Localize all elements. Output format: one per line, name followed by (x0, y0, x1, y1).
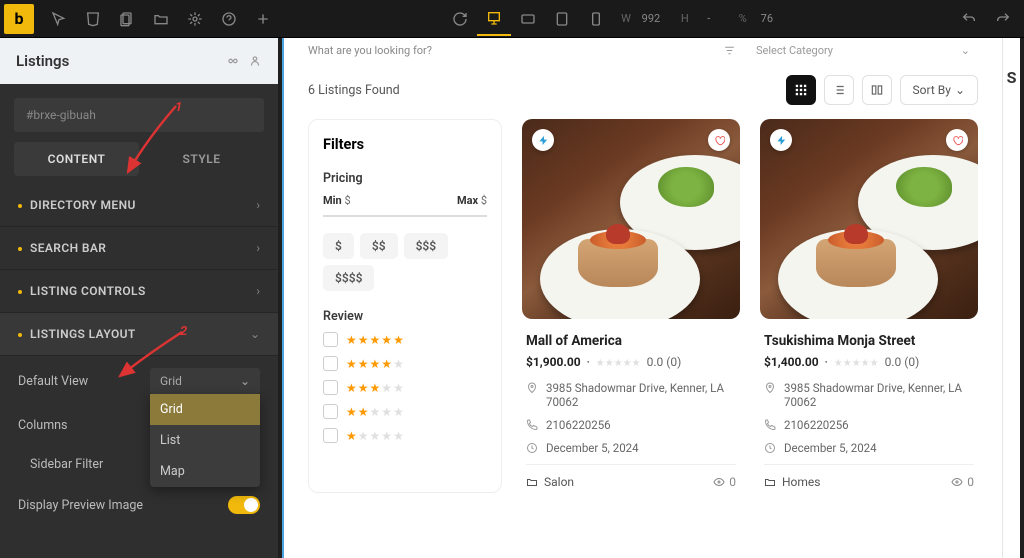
undo-icon[interactable] (952, 2, 986, 36)
price-slider[interactable] (323, 215, 487, 217)
responsive-icon[interactable] (477, 2, 511, 36)
dropdown-item-grid[interactable]: Grid (150, 394, 260, 425)
review-row-4[interactable]: ★★★★★ (323, 356, 487, 371)
dimension-zoom[interactable]: %76 (731, 12, 789, 25)
section-directory-menu[interactable]: DIRECTORY MENU› (0, 184, 278, 227)
control-default-view: Default View Grid⌄ Grid List Map (0, 356, 278, 406)
default-view-dropdown: Grid List Map (150, 394, 260, 487)
settings-icon[interactable] (178, 2, 212, 36)
panel-title: Listings (16, 52, 69, 70)
left-panel: Listings #brxe-gibuah CONTENT STYLE DIRE… (0, 38, 278, 558)
listing-card[interactable]: Mall of America $1,900.00·★★★★★0.0 (0) 3… (522, 119, 740, 493)
pages-icon[interactable] (110, 2, 144, 36)
control-display-preview: Display Preview Image (0, 484, 278, 526)
preview-canvas: What are you looking for? Select Categor… (282, 38, 1002, 558)
tab-content[interactable]: CONTENT (14, 142, 139, 176)
tablet-icon[interactable] (545, 2, 579, 36)
bolt-icon[interactable] (770, 129, 792, 151)
review-row-5[interactable]: ★★★★★ (323, 332, 487, 347)
dropdown-item-map[interactable]: Map (150, 456, 260, 487)
dimension-width[interactable]: W992 (613, 12, 673, 25)
listing-card[interactable]: Tsukishima Monja Street $1,400.00·★★★★★0… (760, 119, 978, 493)
card-category: Homes (764, 475, 820, 489)
dropdown-item-list[interactable]: List (150, 425, 260, 456)
price-pill-4[interactable]: $$$$ (323, 265, 374, 291)
listings-count: 6 Listings Found (308, 83, 400, 98)
filters-panel: Filters Pricing Min $Max $ $ $$ $$$ $$$$… (308, 119, 502, 493)
section-search-bar[interactable]: SEARCH BAR› (0, 227, 278, 270)
help-icon[interactable] (212, 2, 246, 36)
element-id[interactable]: #brxe-gibuah (14, 98, 264, 132)
app-logo[interactable]: b (4, 4, 34, 34)
review-row-3[interactable]: ★★★★★ (323, 380, 487, 395)
default-view-select[interactable]: Grid⌄ Grid List Map (150, 368, 260, 394)
sort-button[interactable]: Sort By⌄ (900, 75, 978, 105)
view-grid-button[interactable] (786, 75, 816, 105)
heart-icon[interactable] (946, 129, 968, 151)
search-placeholder[interactable]: What are you looking for? (308, 44, 432, 57)
card-phone: 2106220256 (764, 418, 974, 432)
section-listing-controls[interactable]: LISTING CONTROLS› (0, 270, 278, 313)
search-row: What are you looking for? (308, 44, 711, 57)
card-price: $1,900.00 (526, 355, 581, 369)
folder-icon[interactable] (144, 2, 178, 36)
card-views: 0 (951, 475, 974, 489)
top-toolbar: b W992 H- %76 (0, 0, 1024, 38)
tablet-landscape-icon[interactable] (511, 2, 545, 36)
add-icon[interactable] (246, 2, 280, 36)
card-date: December 5, 2024 (526, 441, 736, 455)
card-category: Salon (526, 475, 574, 489)
card-price: $1,400.00 (764, 355, 819, 369)
cursor-icon[interactable] (42, 2, 76, 36)
card-date: December 5, 2024 (764, 441, 974, 455)
filter-icon[interactable] (723, 44, 736, 57)
category-select[interactable]: Select Category⌄ (748, 44, 978, 57)
card-title: Tsukishima Monja Street (764, 333, 974, 349)
view-map-button[interactable] (862, 75, 892, 105)
redo-icon[interactable] (986, 2, 1020, 36)
card-views: 0 (713, 475, 736, 489)
view-list-button[interactable] (824, 75, 854, 105)
bolt-icon[interactable] (532, 129, 554, 151)
filters-title: Filters (323, 136, 487, 153)
mobile-icon[interactable] (579, 2, 613, 36)
dimension-height[interactable]: H- (673, 12, 731, 25)
review-row-1[interactable]: ★★★★★ (323, 428, 487, 443)
panel-header: Listings (0, 38, 278, 84)
filter-pricing-label: Pricing (323, 171, 487, 186)
refresh-icon[interactable] (443, 2, 477, 36)
card-phone: 2106220256 (526, 418, 736, 432)
tab-style[interactable]: STYLE (139, 142, 264, 176)
card-address: 3985 Shadowmar Drive, Kenner, LA 70062 (526, 381, 736, 409)
card-address: 3985 Shadowmar Drive, Kenner, LA 70062 (764, 381, 974, 409)
section-listings-layout[interactable]: LISTINGS LAYOUT⌄ (0, 313, 278, 356)
card-image (760, 119, 978, 319)
price-pill-2[interactable]: $$ (360, 233, 398, 259)
card-title: Mall of America (526, 333, 736, 349)
card-image (522, 119, 740, 319)
toggle-display-preview[interactable] (228, 496, 260, 514)
css-icon[interactable] (76, 2, 110, 36)
price-pill-1[interactable]: $ (323, 233, 354, 259)
filter-review-label: Review (323, 309, 487, 324)
link-icon[interactable] (226, 54, 240, 68)
review-row-2[interactable]: ★★★★★ (323, 404, 487, 419)
price-pill-3[interactable]: $$$ (404, 233, 449, 259)
heart-icon[interactable] (708, 129, 730, 151)
class-icon[interactable] (248, 54, 262, 68)
right-collapsed-panel[interactable]: S (1002, 38, 1020, 558)
